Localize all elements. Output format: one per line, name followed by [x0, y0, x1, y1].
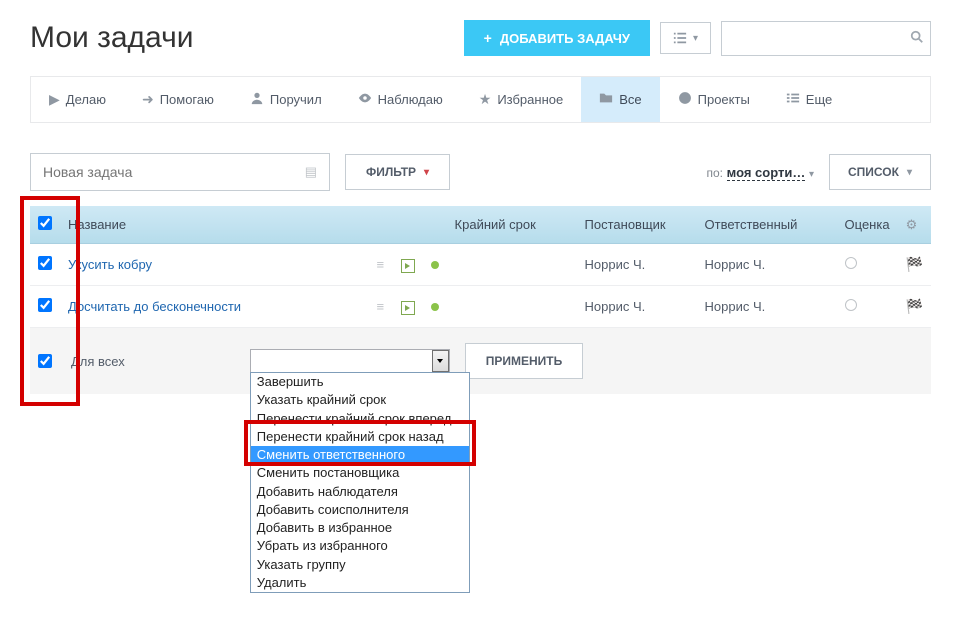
- list-icon: [673, 31, 687, 45]
- more-icon: [786, 91, 800, 108]
- chevron-down-icon: ▾: [907, 167, 912, 178]
- col-assignee[interactable]: Ответственный: [697, 206, 837, 244]
- dropdown-arrow-icon[interactable]: [432, 350, 449, 372]
- play-icon: ▶: [49, 91, 60, 108]
- bulk-option[interactable]: Удалить: [251, 574, 469, 592]
- chevron-down-icon: ▾: [693, 33, 698, 44]
- tab-watching[interactable]: Наблюдаю: [340, 77, 461, 122]
- task-link[interactable]: Досчитать до бесконечности: [68, 299, 241, 314]
- assignee-cell: Норрис Ч.: [697, 244, 837, 286]
- rating-circle-icon[interactable]: [845, 299, 857, 311]
- bulk-option[interactable]: Убрать из избранного: [251, 537, 469, 555]
- chevron-down-icon: ▾: [809, 169, 814, 180]
- task-link[interactable]: Укусить кобру: [68, 257, 152, 272]
- start-icon[interactable]: [401, 301, 415, 315]
- row-checkbox[interactable]: [38, 298, 52, 312]
- search-icon: [910, 30, 924, 47]
- arrow-icon: ➜: [142, 91, 154, 108]
- plus-icon: +: [484, 30, 492, 46]
- person-icon: [250, 91, 264, 108]
- bulk-option[interactable]: Добавить соисполнителя: [251, 501, 469, 519]
- finish-flag-icon[interactable]: 🏁: [906, 298, 923, 314]
- sort-control[interactable]: по: моя сорти… ▾: [707, 165, 815, 180]
- col-deadline[interactable]: Крайний срок: [447, 206, 577, 244]
- drag-icon[interactable]: ≡: [377, 257, 385, 272]
- bulk-option[interactable]: Перенести крайний срок вперед: [251, 410, 469, 428]
- form-icon: ▤: [305, 164, 317, 180]
- filter-button[interactable]: ФИЛЬТР ▾: [345, 154, 450, 190]
- add-task-button[interactable]: + ДОБАВИТЬ ЗАДАЧУ: [464, 20, 650, 56]
- start-icon[interactable]: [401, 259, 415, 273]
- bulk-action-select[interactable]: [250, 349, 450, 373]
- bulk-option[interactable]: Перенести крайний срок назад: [251, 428, 469, 446]
- gear-icon[interactable]: ⚙: [906, 217, 918, 232]
- bulk-action-bar: Для всех Завершить Указать крайний срок …: [30, 328, 931, 394]
- assignee-cell: Норрис Ч.: [697, 286, 837, 328]
- rating-circle-icon[interactable]: [845, 257, 857, 269]
- tab-more[interactable]: Еще: [768, 77, 850, 122]
- bulk-option[interactable]: Указать группу: [251, 556, 469, 574]
- finish-flag-icon[interactable]: 🏁: [906, 256, 923, 272]
- col-name[interactable]: Название: [60, 206, 369, 244]
- apply-button[interactable]: ПРИМЕНИТЬ: [465, 343, 584, 379]
- tab-bar: ▶Делаю ➜Помогаю Поручил Наблюдаю ★Избран…: [30, 76, 931, 123]
- table-row: Укусить кобру ≡ Норрис Ч. Норрис Ч. 🏁: [30, 244, 931, 286]
- star-icon: ★: [479, 91, 492, 108]
- tab-projects[interactable]: Проекты: [660, 77, 768, 122]
- new-task-input-wrap[interactable]: ▤: [30, 153, 330, 191]
- bulk-option-selected[interactable]: Сменить ответственного: [251, 446, 469, 464]
- creator-cell: Норрис Ч.: [577, 286, 697, 328]
- for-all-label: Для всех: [71, 354, 125, 369]
- col-creator[interactable]: Постановщик: [577, 206, 697, 244]
- target-icon: [678, 91, 692, 108]
- select-all-checkbox[interactable]: [38, 216, 52, 230]
- creator-cell: Норрис Ч.: [577, 244, 697, 286]
- folder-icon: [599, 91, 613, 108]
- tab-all[interactable]: Все: [581, 77, 659, 122]
- status-dot-icon: [431, 303, 439, 311]
- add-task-label: ДОБАВИТЬ ЗАДАЧУ: [500, 31, 630, 46]
- search-box[interactable]: [721, 21, 931, 56]
- col-rating[interactable]: Оценка: [837, 206, 898, 244]
- bulk-action-dropdown: Завершить Указать крайний срок Перенести…: [250, 372, 470, 593]
- bulk-option[interactable]: Сменить постановщика: [251, 464, 469, 482]
- new-task-input[interactable]: [43, 164, 305, 180]
- eye-icon: [358, 91, 372, 108]
- tab-favorites[interactable]: ★Избранное: [461, 77, 581, 122]
- search-input[interactable]: [734, 31, 910, 46]
- bulk-option[interactable]: Указать крайний срок: [251, 391, 469, 409]
- list-view-button[interactable]: СПИСОК ▾: [829, 154, 931, 190]
- table-row: Досчитать до бесконечности ≡ Норрис Ч. Н…: [30, 286, 931, 328]
- view-options-button[interactable]: ▾: [660, 22, 711, 54]
- bulk-option[interactable]: Добавить в избранное: [251, 519, 469, 537]
- tab-doing[interactable]: ▶Делаю: [31, 77, 124, 122]
- tab-assigned[interactable]: Поручил: [232, 77, 340, 122]
- bulk-option[interactable]: Добавить наблюдателя: [251, 483, 469, 501]
- task-table: Название Крайний срок Постановщик Ответс…: [30, 206, 931, 328]
- tab-helping[interactable]: ➜Помогаю: [124, 77, 232, 122]
- for-all-checkbox[interactable]: [38, 354, 52, 368]
- drag-icon[interactable]: ≡: [377, 299, 385, 314]
- row-checkbox[interactable]: [38, 256, 52, 270]
- bulk-option[interactable]: Завершить: [251, 373, 469, 391]
- chevron-down-icon: ▾: [424, 167, 429, 178]
- page-title: Мои задачи: [30, 21, 193, 55]
- status-dot-icon: [431, 261, 439, 269]
